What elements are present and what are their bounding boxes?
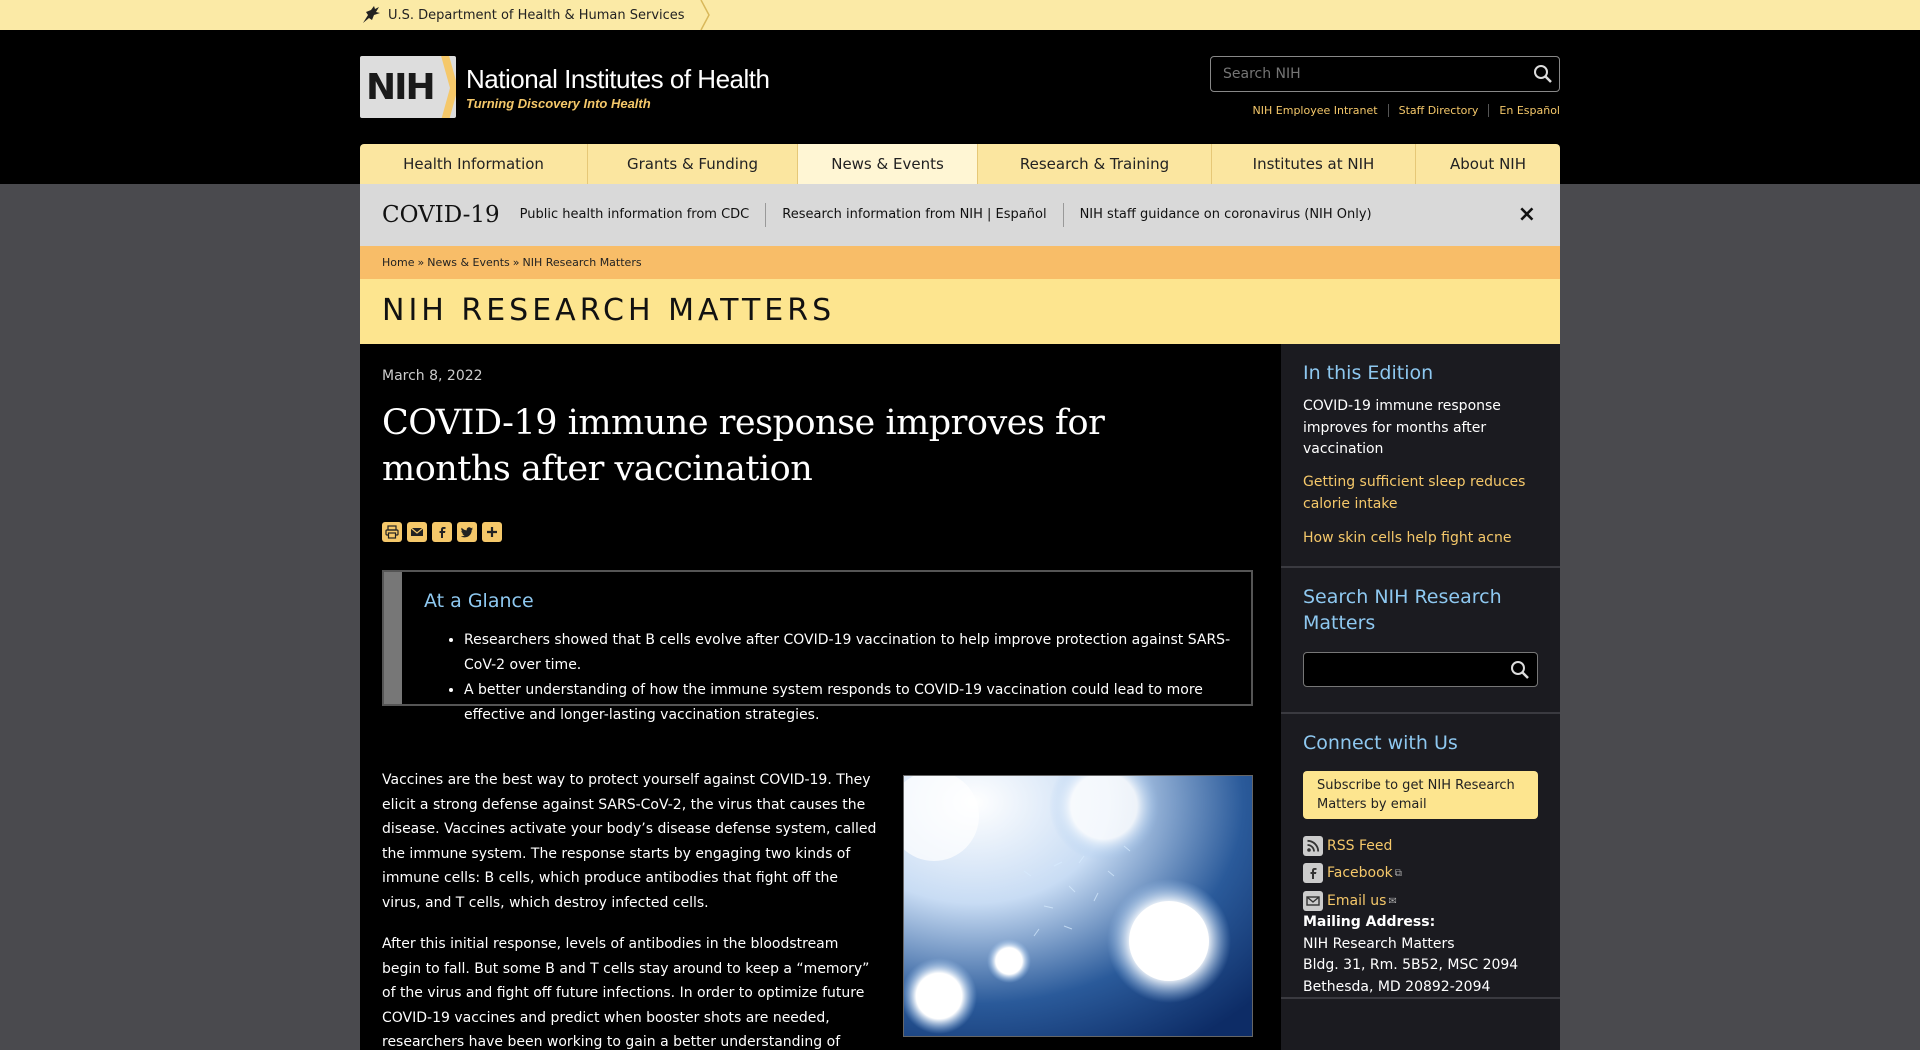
covid-banner: COVID-19 Public health information from … [360, 184, 1560, 246]
mailing-label: Mailing Address: [1303, 914, 1436, 930]
breadcrumb-home[interactable]: Home [382, 256, 414, 269]
nih-logo[interactable]: NIH National Institutes of Health Turnin… [360, 56, 770, 118]
mailing-line: Bethesda, MD 20892-2094 [1303, 978, 1491, 995]
logo-swoosh-icon [441, 56, 456, 118]
subscribe-button[interactable]: Subscribe to get NIH Research Matters by… [1303, 771, 1538, 819]
section-banner: NIH RESEARCH MATTERS [360, 279, 1560, 344]
glance-list: Researchers showed that B cells evolve a… [464, 628, 1244, 728]
article-paragraph: Vaccines are the best way to protect you… [382, 772, 877, 911]
sidebar: In this Edition COVID-19 immune response… [1281, 344, 1560, 1050]
utility-links: NIH Employee Intranet Staff Directory En… [1243, 104, 1560, 117]
rss-feed-link[interactable]: RSS Feed [1303, 836, 1392, 856]
rss-icon [1303, 836, 1323, 856]
rss-label: RSS Feed [1327, 838, 1393, 854]
email-label: Email us [1327, 893, 1387, 909]
site-search [1210, 56, 1560, 92]
search-icon [1511, 661, 1529, 679]
covid-title: COVID-19 [382, 202, 500, 228]
article-paragraph: After this initial response, levels of a… [382, 936, 870, 1050]
plus-icon[interactable] [482, 522, 502, 542]
facebook-link[interactable]: Facebook ⧉ [1303, 863, 1402, 883]
nav-research-training[interactable]: Research & Training [978, 144, 1212, 184]
glance-item: A better understanding of how the immune… [464, 678, 1244, 728]
nih-logo-mark: NIH [360, 56, 456, 118]
mailing-address: Mailing Address: NIH Research Matters Bl… [1303, 912, 1518, 998]
nav-health-information[interactable]: Health Information [360, 144, 588, 184]
facebook-icon [1303, 863, 1323, 883]
email-icon [1303, 891, 1323, 911]
nav-about-nih[interactable]: About NIH [1416, 144, 1560, 184]
hhs-link[interactable]: U.S. Department of Health & Human Servic… [360, 0, 710, 30]
section-title: NIH RESEARCH MATTERS [382, 293, 836, 328]
nav-institutes[interactable]: Institutes at NIH [1212, 144, 1416, 184]
article-body: Vaccines are the best way to protect you… [382, 768, 877, 1050]
edition-item-acne[interactable]: How skin cells help fight acne [1303, 528, 1543, 550]
virus-illustration [904, 776, 1252, 1036]
search-input[interactable] [1211, 66, 1527, 82]
article-title: COVID-19 immune response improves for mo… [382, 403, 1105, 489]
hhs-text: U.S. Department of Health & Human Servic… [388, 7, 685, 23]
breadcrumb-news-events[interactable]: News & Events [427, 256, 510, 269]
email-icon[interactable] [407, 522, 427, 542]
email-us-link[interactable]: Email us ✉ [1303, 891, 1397, 911]
facebook-label: Facebook [1327, 865, 1393, 881]
connect-heading: Connect with Us [1303, 732, 1458, 754]
article-date: March 8, 2022 [382, 368, 483, 384]
mailing-line: Bldg. 31, Rm. 5B52, MSC 2094 [1303, 957, 1519, 973]
breadcrumb: Home » News & Events » NIH Research Matt… [360, 246, 1560, 279]
link-employee-intranet[interactable]: NIH Employee Intranet [1243, 104, 1388, 117]
glance-heading: At a Glance [424, 590, 534, 612]
search-rm-heading: Search NIH Research Matters [1303, 586, 1502, 634]
hhs-bar: U.S. Department of Health & Human Servic… [0, 0, 1920, 30]
search-research-matters: Search NIH Research Matters [1281, 568, 1560, 714]
twitter-icon[interactable] [457, 522, 477, 542]
edition-heading: In this Edition [1303, 362, 1434, 384]
breadcrumb-separator: » [512, 256, 520, 269]
hhs-chevron-icon [699, 0, 710, 30]
edition-item-current: COVID-19 immune response improves for mo… [1303, 398, 1501, 457]
glance-item: Researchers showed that B cells evolve a… [464, 628, 1244, 678]
breadcrumb-research-matters[interactable]: NIH Research Matters [523, 256, 642, 269]
search-button[interactable] [1527, 58, 1559, 90]
search-icon [1534, 65, 1552, 83]
logo-subtitle: Turning Discovery Into Health [466, 95, 651, 111]
hhs-eagle-icon [363, 6, 380, 23]
link-staff-directory[interactable]: Staff Directory [1387, 104, 1489, 117]
at-a-glance-box: At a Glance Researchers showed that B ce… [382, 570, 1253, 723]
glance-accent-bar [384, 572, 402, 704]
print-icon[interactable] [382, 522, 402, 542]
logo-mark-text: NIH [366, 66, 436, 108]
article-image[interactable] [903, 775, 1253, 1037]
facebook-icon[interactable] [432, 522, 452, 542]
covid-link-research[interactable]: Research information from NIH | Español [765, 203, 1062, 227]
external-link-icon: ⧉ [1394, 867, 1402, 879]
link-en-espanol[interactable]: En Español [1488, 104, 1560, 117]
main-nav: Health Information Grants & Funding News… [360, 144, 1560, 184]
connect-with-us: Connect with Us Subscribe to get NIH Res… [1281, 714, 1560, 999]
mail-link-icon: ✉ [1388, 895, 1397, 907]
share-toolbar [382, 522, 502, 542]
edition-item-sleep[interactable]: Getting sufficient sleep reduces calorie… [1303, 472, 1543, 515]
close-icon[interactable]: × [1518, 204, 1536, 226]
covid-link-cdc[interactable]: Public health information from CDC [520, 203, 766, 227]
mailing-line: NIH Research Matters [1303, 935, 1455, 952]
covid-link-staff[interactable]: NIH staff guidance on coronavirus (NIH O… [1062, 203, 1388, 227]
nav-grants-funding[interactable]: Grants & Funding [588, 144, 798, 184]
in-this-edition: In this Edition COVID-19 immune response… [1281, 344, 1560, 568]
search-rm-input[interactable] [1303, 652, 1538, 687]
logo-title: National Institutes of Health [466, 63, 770, 94]
search-rm-button[interactable] [1505, 655, 1535, 685]
nav-news-events[interactable]: News & Events [798, 144, 978, 184]
breadcrumb-separator: » [417, 256, 425, 269]
article: March 8, 2022 COVID-19 immune response i… [360, 344, 1281, 1050]
